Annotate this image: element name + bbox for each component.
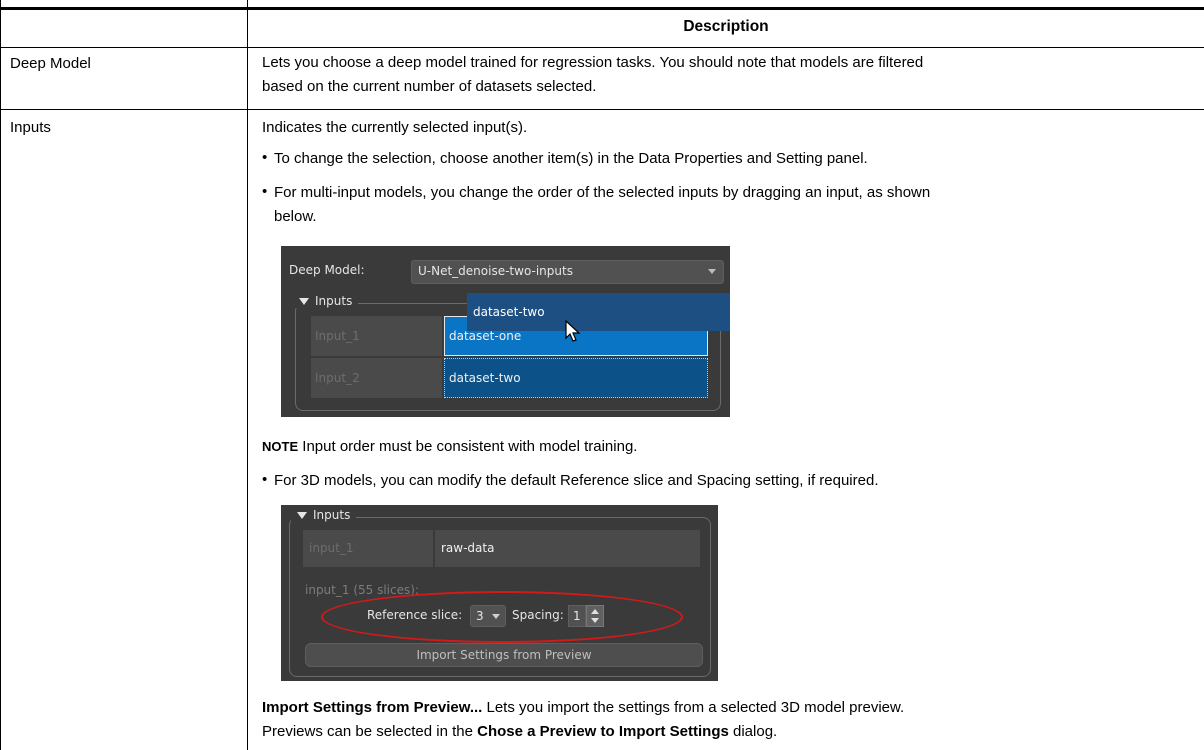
import-settings-button[interactable]: Import Settings from Preview [305, 643, 703, 667]
highlight-ellipse [321, 591, 683, 643]
collapse-triangle-icon [297, 512, 307, 519]
deep-model-inputs-screenshot: Deep Model: U-Net_denoise-two-inputs Inp… [281, 246, 730, 417]
import-description-line2: Previews can be selected in the Chose a … [262, 723, 778, 740]
note-line: NOTE Input order must be consistent with… [262, 436, 637, 458]
deep-model-label: Deep Model: [289, 263, 365, 277]
input-2-label: Input_2 [311, 358, 442, 398]
column-header-description: Description [683, 18, 769, 35]
bullet-3d-models: For 3D models, you can modify the defaul… [274, 472, 879, 489]
inputs-group-title[interactable]: Inputs [291, 508, 357, 522]
bullet-dot: • [262, 183, 268, 200]
left-border [0, 0, 1, 750]
import-label: Import Settings from Preview... [262, 699, 483, 716]
row-divider [0, 109, 1204, 110]
deep-model-description-line1: Lets you choose a deep model trained for… [262, 54, 924, 71]
table-top-border [0, 7, 1204, 10]
chevron-down-icon [708, 269, 716, 274]
input-1-label: Input_1 [311, 316, 442, 356]
collapse-triangle-icon [299, 298, 309, 305]
dialog-name: Chose a Preview to Import Settings [477, 723, 729, 740]
note-text: Input order must be consistent with mode… [298, 438, 638, 455]
header-divider [0, 47, 1204, 48]
dragged-input-item[interactable]: dataset-two [467, 293, 730, 331]
column-divider [247, 0, 248, 750]
bullet-change-selection: To change the selection, choose another … [274, 150, 868, 167]
row-name-deep-model: Deep Model [10, 55, 91, 72]
input-1-value[interactable]: raw-data [435, 530, 700, 567]
inputs-group-title[interactable]: Inputs [293, 294, 359, 308]
note-label: NOTE [262, 439, 299, 454]
inputs-intro: Indicates the currently selected input(s… [262, 119, 528, 136]
mouse-cursor-icon [565, 320, 581, 342]
bullet-multi-input-line2: below. [274, 208, 317, 225]
deep-model-dropdown[interactable]: U-Net_denoise-two-inputs [411, 260, 724, 284]
bullet-dot: • [262, 471, 268, 488]
input-1-label: input_1 [303, 530, 433, 567]
bullet-dot: • [262, 149, 268, 166]
deep-model-value: U-Net_denoise-two-inputs [418, 264, 573, 278]
3d-inputs-screenshot: Inputs input_1 raw-data input_1 (55 slic… [281, 505, 718, 681]
input-2-value[interactable]: dataset-two [444, 358, 708, 398]
bullet-multi-input-line1: For multi-input models, you change the o… [274, 184, 931, 201]
row-name-inputs: Inputs [10, 119, 51, 136]
import-description-line1: Import Settings from Preview... Lets you… [262, 699, 905, 716]
deep-model-description-line2: based on the current number of datasets … [262, 78, 597, 95]
